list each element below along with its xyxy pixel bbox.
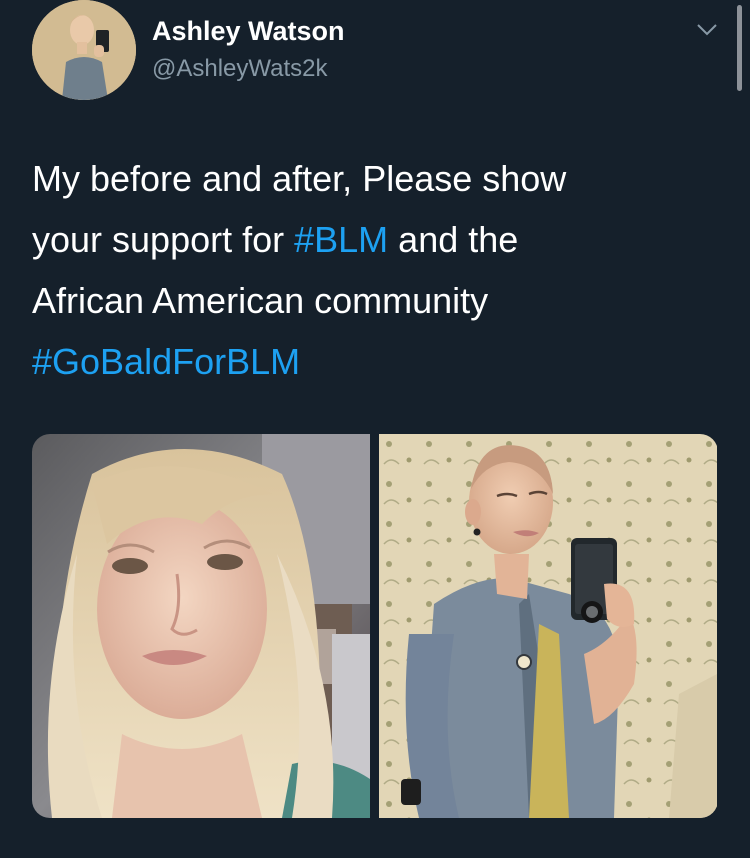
tweet: Ashley Watson @AshleyWats2k My before an… xyxy=(0,0,750,858)
tweet-text-line: My before and after, Please show xyxy=(32,148,732,209)
before-photo[interactable] xyxy=(32,434,370,818)
tweet-text: My before and after, Please show your sup… xyxy=(32,148,732,392)
avatar[interactable] xyxy=(32,0,136,100)
tweet-text-line: African American community xyxy=(32,270,732,331)
tweet-text-segment: African American community xyxy=(32,280,489,321)
hashtag-link[interactable]: #GoBaldForBLM xyxy=(32,341,300,382)
media-grid xyxy=(32,434,718,818)
tweet-text-line: #GoBaldForBLM xyxy=(32,331,732,392)
after-photo[interactable] xyxy=(379,434,717,818)
chevron-down-icon[interactable] xyxy=(696,22,718,38)
author-name[interactable]: Ashley Watson xyxy=(152,16,345,47)
author-handle[interactable]: @AshleyWats2k xyxy=(152,55,328,83)
avatar-image xyxy=(32,0,136,100)
tweet-text-segment: and the xyxy=(388,219,519,260)
tweet-text-segment: your support for xyxy=(32,219,295,260)
tweet-text-line: your support for #BLM and the xyxy=(32,209,732,270)
scrollbar[interactable] xyxy=(737,5,742,91)
tweet-text-segment: My before and after, Please show xyxy=(32,158,567,199)
hashtag-link[interactable]: #BLM xyxy=(294,219,388,260)
